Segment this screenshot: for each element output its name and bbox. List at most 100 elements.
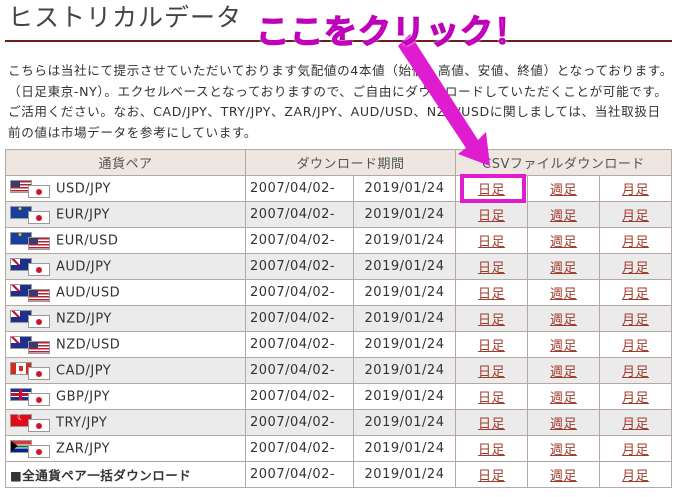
- daily-download-link[interactable]: 日足: [478, 209, 505, 224]
- daily-download-link[interactable]: 日足: [478, 365, 505, 380]
- all-pairs-cell: ■全通貨ペア一括ダウンロード: [5, 461, 246, 488]
- weekly-download-link[interactable]: 週足: [550, 443, 577, 458]
- period-to: 2019/01/24: [352, 383, 457, 410]
- period-from: 2007/04/02-: [245, 435, 354, 462]
- pair-cell: GBP/JPY: [5, 383, 246, 410]
- weekly-download-link[interactable]: 週足: [550, 235, 577, 250]
- currency-flags: [10, 361, 52, 380]
- weekly-download-link[interactable]: 週足: [550, 287, 577, 302]
- table-row: TRY/JPY 2007/04/02-2019/01/24 日足 週足 月足: [5, 409, 673, 436]
- monthly-download-link[interactable]: 月足: [622, 235, 649, 250]
- daily-download-link[interactable]: 日足: [478, 313, 505, 328]
- header-period: ダウンロード期間: [244, 149, 457, 176]
- weekly-download-cell: 週足: [527, 201, 601, 228]
- table-row: ZAR/JPY 2007/04/02- 2019/01/24 日足 週足 月足: [5, 435, 673, 462]
- all-monthly-download-link[interactable]: 月足: [622, 469, 649, 484]
- monthly-download-cell: 月足: [599, 383, 673, 410]
- weekly-download-cell: 週足: [527, 357, 601, 384]
- pair-label: CAD/JPY: [56, 363, 112, 378]
- daily-download-link[interactable]: 日足: [478, 391, 505, 406]
- all-daily-download-cell: 日足: [455, 461, 529, 488]
- weekly-download-link[interactable]: 週足: [550, 261, 577, 276]
- monthly-download-link[interactable]: 月足: [622, 417, 649, 432]
- table-row: AUD/USD 2007/04/02- 2019/01/24 日足 週足 月足: [5, 279, 673, 306]
- monthly-download-cell: 月足: [599, 435, 673, 462]
- daily-download-cell: 日足: [455, 253, 529, 280]
- monthly-download-link[interactable]: 月足: [622, 261, 649, 276]
- pair-label: NZD/USD: [56, 337, 121, 352]
- currency-flags: [10, 439, 52, 458]
- pair-cell: TRY/JPY: [5, 409, 246, 436]
- period-to: 2019/01/24: [352, 409, 457, 436]
- monthly-download-cell: 月足: [599, 253, 673, 280]
- monthly-download-cell: 月足: [599, 305, 673, 332]
- pair-cell: EUR/USD: [5, 227, 246, 254]
- us-flag-icon: [28, 236, 50, 250]
- period-from: 2007/04/02-: [245, 279, 354, 306]
- table-row: NZD/JPY 2007/04/02- 2019/01/24 日足 週足 月足: [5, 305, 673, 332]
- click-highlight-box: [460, 174, 526, 203]
- pair-label: AUD/JPY: [56, 259, 112, 274]
- weekly-download-link[interactable]: 週足: [550, 209, 577, 224]
- all-monthly-download-cell: 月足: [599, 461, 673, 488]
- monthly-download-link[interactable]: 月足: [622, 339, 649, 354]
- daily-download-link[interactable]: 日足: [478, 235, 505, 250]
- currency-flags: [10, 179, 52, 198]
- daily-download-cell: 日足: [455, 305, 529, 332]
- jp-flag-icon: [28, 392, 50, 406]
- pair-cell: NZD/JPY: [5, 305, 246, 332]
- weekly-download-link[interactable]: 週足: [550, 365, 577, 380]
- monthly-download-link[interactable]: 月足: [622, 287, 649, 302]
- weekly-download-link[interactable]: 週足: [550, 183, 577, 198]
- period-to: 2019/01/24: [352, 305, 457, 332]
- monthly-download-link[interactable]: 月足: [622, 209, 649, 224]
- monthly-download-link[interactable]: 月足: [622, 313, 649, 328]
- all-weekly-download-link[interactable]: 週足: [550, 469, 577, 484]
- jp-flag-icon: [28, 210, 50, 224]
- weekly-download-link[interactable]: 週足: [550, 391, 577, 406]
- weekly-download-cell: 週足: [527, 253, 601, 280]
- pair-label: EUR/JPY: [56, 207, 110, 222]
- monthly-download-link[interactable]: 月足: [622, 391, 649, 406]
- daily-download-link[interactable]: 日足: [478, 287, 505, 302]
- pair-label: GBP/JPY: [56, 389, 111, 404]
- period-from: 2007/04/02-: [245, 175, 354, 202]
- table-row: CAD/JPY 2007/04/02- 2019/01/24 日足 週足 月足: [5, 357, 673, 384]
- period-from: 2007/04/02-: [245, 357, 354, 384]
- monthly-download-cell: 月足: [599, 331, 673, 358]
- monthly-download-link[interactable]: 月足: [622, 183, 649, 198]
- weekly-download-link[interactable]: 週足: [550, 313, 577, 328]
- weekly-download-cell: 週足: [527, 305, 601, 332]
- currency-flags: [10, 413, 52, 432]
- monthly-download-cell: 月足: [599, 409, 673, 436]
- currency-flags: [10, 309, 52, 328]
- currency-flags: [10, 387, 52, 406]
- period-from: 2007/04/02-: [245, 331, 354, 358]
- daily-download-cell: 日足: [455, 201, 529, 228]
- page-title: ヒストリカルデータ: [8, 3, 243, 32]
- period-to: 2019/01/24: [352, 279, 457, 306]
- period-from: 2007/04/02-: [245, 253, 354, 280]
- pair-cell: USD/JPY: [5, 175, 246, 202]
- currency-flags: [10, 335, 52, 354]
- jp-flag-icon: [28, 366, 50, 380]
- daily-download-link[interactable]: 日足: [478, 339, 505, 354]
- daily-download-link[interactable]: 日足: [478, 417, 505, 432]
- pair-cell: ZAR/JPY: [5, 435, 246, 462]
- currency-flags: [10, 204, 52, 224]
- pair-label: AUD/USD: [56, 285, 121, 300]
- daily-download-link[interactable]: 日足: [478, 443, 505, 458]
- weekly-download-link[interactable]: 週足: [550, 417, 577, 432]
- jp-flag-icon: [28, 418, 50, 432]
- historical-data-table: 通貨ペア ダウンロード期間 CSVファイルダウンロード USD/JPY 2007/…: [5, 149, 673, 488]
- pair-cell: AUD/USD: [5, 279, 246, 306]
- period-to: 2019/01/24: [352, 331, 457, 358]
- monthly-download-link[interactable]: 月足: [622, 443, 649, 458]
- monthly-download-link[interactable]: 月足: [622, 365, 649, 380]
- weekly-download-link[interactable]: 週足: [550, 339, 577, 354]
- weekly-download-cell: 週足: [527, 331, 601, 358]
- daily-download-link[interactable]: 日足: [478, 261, 505, 276]
- all-pairs-label: ■全通貨ペア一括ダウンロード: [10, 468, 192, 483]
- all-daily-download-link[interactable]: 日足: [478, 469, 505, 484]
- currency-flags: [10, 230, 52, 250]
